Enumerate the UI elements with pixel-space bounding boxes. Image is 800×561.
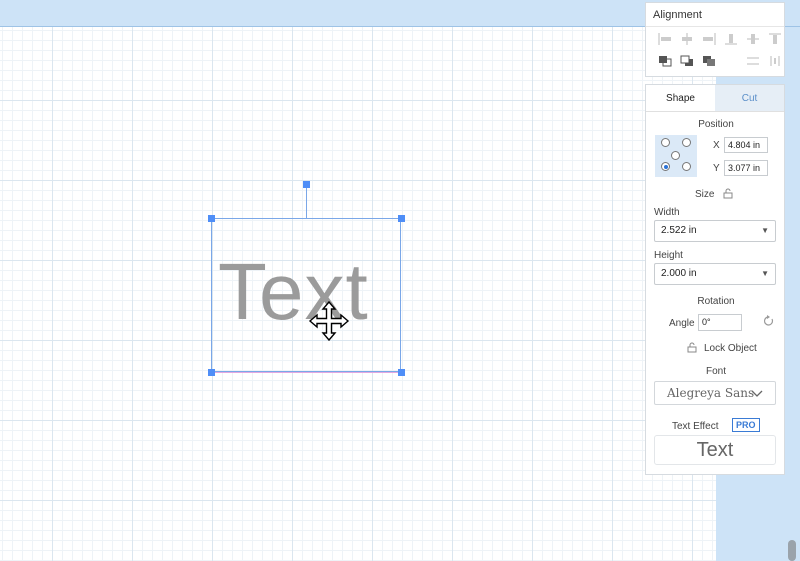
- rotation-label: Rotation: [697, 296, 735, 307]
- size-label: Size: [695, 189, 715, 200]
- anchor-bottom-left[interactable]: [661, 162, 670, 171]
- distribute-vertical-icon[interactable]: [742, 53, 764, 69]
- resize-handle-top-right[interactable]: [398, 215, 405, 222]
- shape-panel: Shape Cut Position X 4.804 in Y 3.077 in…: [645, 84, 785, 475]
- font-label: Font: [705, 366, 726, 377]
- rotation-handle-line: [306, 187, 307, 219]
- y-label: Y: [713, 163, 720, 174]
- move-cursor-icon: [308, 300, 350, 342]
- x-label: X: [713, 140, 720, 151]
- baseline-guide: [211, 372, 401, 373]
- width-value: 2.522 in: [661, 225, 697, 236]
- bring-to-front-icon[interactable]: [654, 53, 676, 69]
- bring-forward-icon[interactable]: [676, 53, 698, 69]
- size-lock-icon[interactable]: [723, 188, 733, 199]
- chevron-down-icon: [751, 390, 763, 397]
- align-right-icon[interactable]: [698, 31, 720, 47]
- lock-object-toggle[interactable]: Lock Object: [704, 343, 757, 354]
- font-value: Alegreya Sans: [667, 386, 755, 400]
- resize-handle-top-left[interactable]: [208, 215, 215, 222]
- anchor-top-right[interactable]: [682, 138, 691, 147]
- alignment-title: Alignment: [646, 3, 784, 27]
- alignment-panel: Alignment: [645, 2, 785, 77]
- panel-tabs: Shape Cut: [646, 85, 784, 112]
- align-middle-v-icon[interactable]: [742, 31, 764, 47]
- chevron-down-icon: ▼: [761, 269, 769, 278]
- text-effect-label: Text Effect: [672, 421, 719, 432]
- position-label: Position: [698, 119, 734, 130]
- pro-badge: PRO: [732, 418, 760, 432]
- height-label: Height: [654, 250, 683, 261]
- chevron-down-icon: ▼: [761, 226, 769, 235]
- width-label: Width: [654, 207, 680, 218]
- align-center-h-icon[interactable]: [676, 31, 698, 47]
- x-position-input[interactable]: 4.804 in: [724, 137, 768, 153]
- width-select[interactable]: 2.522 in ▼: [654, 220, 776, 242]
- y-position-input[interactable]: 3.077 in: [724, 160, 768, 176]
- align-left-icon[interactable]: [654, 31, 676, 47]
- anchor-top-left[interactable]: [661, 138, 670, 147]
- tab-cut[interactable]: Cut: [715, 85, 784, 111]
- reset-rotation-icon[interactable]: [763, 315, 775, 327]
- height-select[interactable]: 2.000 in ▼: [654, 263, 776, 285]
- anchor-point-grid: [655, 135, 697, 177]
- anchor-bottom-right[interactable]: [682, 162, 691, 171]
- angle-label: Angle: [669, 318, 695, 329]
- send-backward-icon[interactable]: [698, 53, 720, 69]
- lock-icon: [687, 342, 697, 353]
- tab-shape[interactable]: Shape: [646, 85, 715, 111]
- vertical-scrollbar[interactable]: [788, 540, 796, 561]
- font-select[interactable]: Alegreya Sans: [654, 381, 776, 405]
- text-effect-preview[interactable]: Text: [654, 435, 776, 465]
- angle-input[interactable]: 0°: [698, 314, 742, 331]
- rotation-handle[interactable]: [303, 181, 310, 188]
- align-bottom-icon[interactable]: [720, 31, 742, 47]
- height-value: 2.000 in: [661, 268, 697, 279]
- align-top-icon[interactable]: [764, 31, 786, 47]
- resize-handle-bottom-right[interactable]: [398, 369, 405, 376]
- resize-handle-bottom-left[interactable]: [208, 369, 215, 376]
- anchor-center[interactable]: [671, 151, 680, 160]
- distribute-horizontal-icon[interactable]: [764, 53, 786, 69]
